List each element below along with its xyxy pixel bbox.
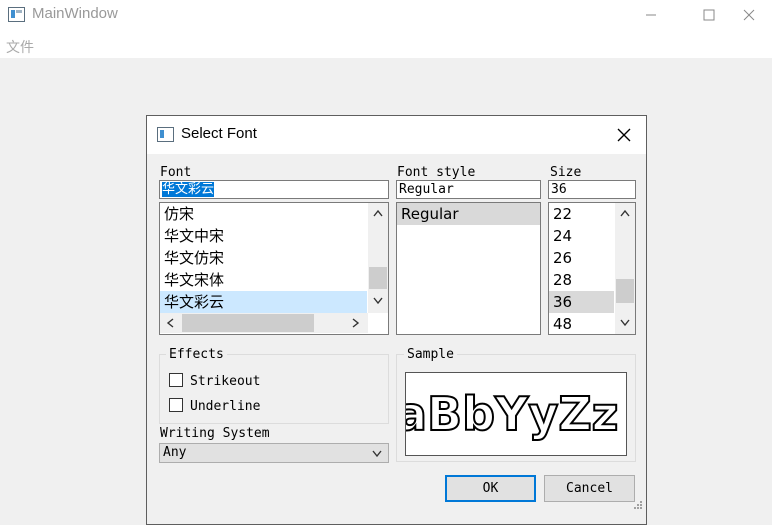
maximize-icon	[703, 9, 715, 21]
list-item[interactable]: 48	[549, 313, 614, 334]
scroll-thumb[interactable]	[369, 267, 387, 289]
scroll-left-button[interactable]	[160, 313, 180, 333]
underline-checkbox[interactable]	[169, 398, 183, 412]
scroll-thumb[interactable]	[182, 314, 314, 332]
size-list-vscrollbar[interactable]	[615, 203, 635, 334]
chevron-left-icon	[166, 318, 174, 328]
scroll-up-button[interactable]	[368, 203, 388, 223]
chevron-down-icon	[620, 319, 630, 327]
chevron-up-icon	[620, 209, 630, 217]
font-list-hscrollbar[interactable]	[160, 313, 368, 333]
font-style-label: Font style	[397, 165, 476, 180]
font-label: Font	[160, 165, 192, 180]
close-icon	[617, 128, 631, 142]
writing-system-value: Any	[163, 445, 187, 460]
list-item-selected[interactable]: 华文彩云	[160, 291, 367, 313]
font-style-input[interactable]: Regular	[396, 180, 541, 199]
sample-title: Sample	[404, 347, 457, 362]
app-icon	[8, 7, 25, 22]
menubar: 文件	[0, 30, 772, 58]
chevron-right-icon	[352, 318, 360, 328]
minimize-icon	[646, 14, 656, 16]
dialog-close-button[interactable]	[610, 122, 638, 148]
list-item[interactable]: 仿宋	[160, 203, 367, 225]
list-item[interactable]: 22	[549, 203, 614, 225]
font-list[interactable]: 仿宋 华文中宋 华文仿宋 华文宋体 华文彩云	[159, 202, 389, 335]
scroll-thumb[interactable]	[616, 279, 634, 303]
scroll-down-button[interactable]	[368, 291, 388, 311]
dialog-titlebar: Select Font	[147, 116, 646, 154]
underline-label[interactable]: Underline	[190, 399, 260, 414]
writing-system-label: Writing System	[160, 426, 270, 441]
sample-text: aBbYyZz	[405, 386, 619, 442]
font-style-list[interactable]: Regular	[396, 202, 541, 335]
list-item-selected[interactable]: Regular	[397, 203, 540, 225]
chevron-up-icon	[373, 209, 383, 217]
scroll-down-button[interactable]	[615, 313, 635, 333]
size-list[interactable]: 22 24 26 28 36 48	[548, 202, 636, 335]
list-item[interactable]: 28	[549, 269, 614, 291]
list-item[interactable]: 24	[549, 225, 614, 247]
size-input[interactable]: 36	[548, 180, 636, 199]
font-dialog: Select Font Font 华文彩云 仿宋 华文中宋 华文仿宋 华文宋体 …	[146, 115, 647, 525]
ok-button[interactable]: OK	[445, 475, 536, 502]
font-input-value: 华文彩云	[162, 182, 215, 197]
menu-file[interactable]: 文件	[6, 37, 34, 57]
effects-title: Effects	[166, 347, 227, 362]
dialog-icon	[157, 127, 174, 142]
list-item[interactable]: 华文仿宋	[160, 247, 367, 269]
list-item[interactable]: 华文中宋	[160, 225, 367, 247]
font-input[interactable]: 华文彩云	[159, 180, 389, 199]
list-item-selected[interactable]: 36	[549, 291, 614, 313]
dialog-title: Select Font	[181, 125, 257, 142]
writing-system-combo[interactable]: Any	[159, 443, 389, 463]
close-button[interactable]	[726, 0, 772, 30]
sample-preview: aBbYyZz	[405, 372, 627, 456]
size-label: Size	[550, 165, 582, 180]
strikeout-checkbox[interactable]	[169, 373, 183, 387]
list-item[interactable]: 26	[549, 247, 614, 269]
chevron-down-icon	[372, 450, 382, 458]
size-grip-icon[interactable]	[632, 499, 644, 511]
scroll-right-button[interactable]	[346, 313, 366, 333]
font-list-vscrollbar[interactable]	[368, 203, 388, 313]
cancel-button[interactable]: Cancel	[544, 475, 635, 502]
minimize-button[interactable]	[628, 0, 674, 30]
scroll-up-button[interactable]	[615, 203, 635, 223]
chevron-down-icon	[373, 297, 383, 305]
window-title: MainWindow	[32, 5, 118, 22]
strikeout-label[interactable]: Strikeout	[190, 374, 260, 389]
window-titlebar: MainWindow	[0, 0, 772, 30]
list-item[interactable]: 华文宋体	[160, 269, 367, 291]
close-icon	[743, 9, 755, 21]
